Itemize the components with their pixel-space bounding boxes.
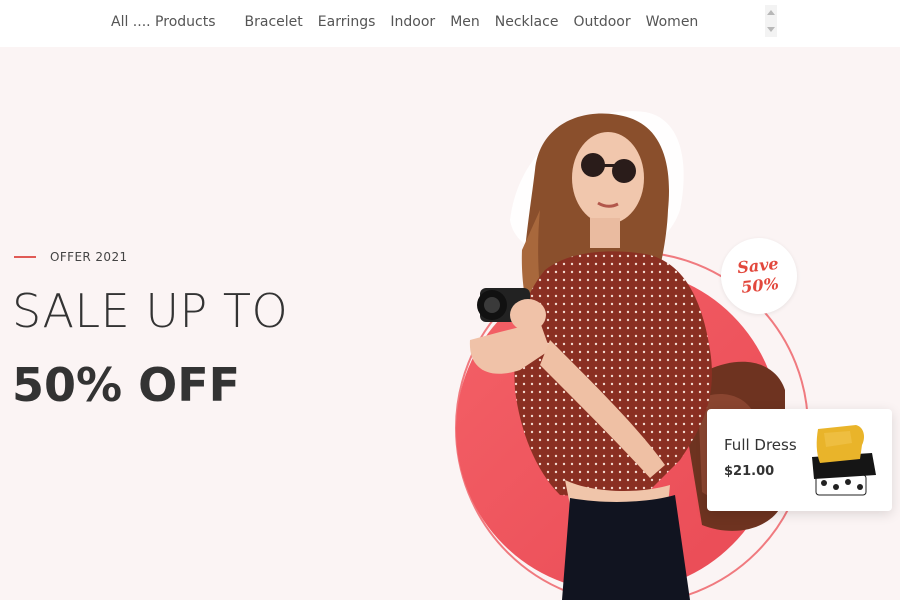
caret-down-icon[interactable] [767, 27, 775, 32]
nav-item-necklace[interactable]: Necklace [495, 14, 559, 30]
category-menu: All .... Products Bracelet Earrings Indo… [111, 0, 713, 44]
product-name: Full Dress [724, 436, 797, 454]
nav-item-outdoor[interactable]: Outdoor [573, 14, 630, 30]
nav-item-indoor[interactable]: Indoor [390, 14, 435, 30]
caret-up-icon[interactable] [767, 10, 775, 15]
offer-tagline: OFFER 2021 [14, 250, 128, 264]
product-price: $21.00 [724, 464, 775, 479]
nav-item-bracelet[interactable]: Bracelet [245, 14, 303, 30]
headline-line-1: SALE UP TO [12, 284, 289, 338]
nav-item-men[interactable]: Men [450, 14, 480, 30]
product-thumbnail [812, 425, 876, 496]
accent-line [14, 256, 36, 258]
offer-label: OFFER 2021 [50, 250, 128, 264]
hero-image [440, 100, 900, 600]
product-card[interactable]: Full Dress $21.00 [707, 409, 892, 511]
badge-line-2: 50% [740, 274, 780, 297]
nav-item-earrings[interactable]: Earrings [318, 14, 376, 30]
menu-scrollbar[interactable] [765, 5, 777, 37]
top-navigation: All .... Products Bracelet Earrings Indo… [0, 0, 900, 47]
nav-item-women[interactable]: Women [646, 14, 699, 30]
nav-item-all-products[interactable]: All .... Products [111, 14, 216, 30]
headline-line-2: 50% OFF [12, 358, 241, 412]
model-illustration [455, 111, 809, 600]
page: All .... Products Bracelet Earrings Indo… [0, 0, 900, 600]
